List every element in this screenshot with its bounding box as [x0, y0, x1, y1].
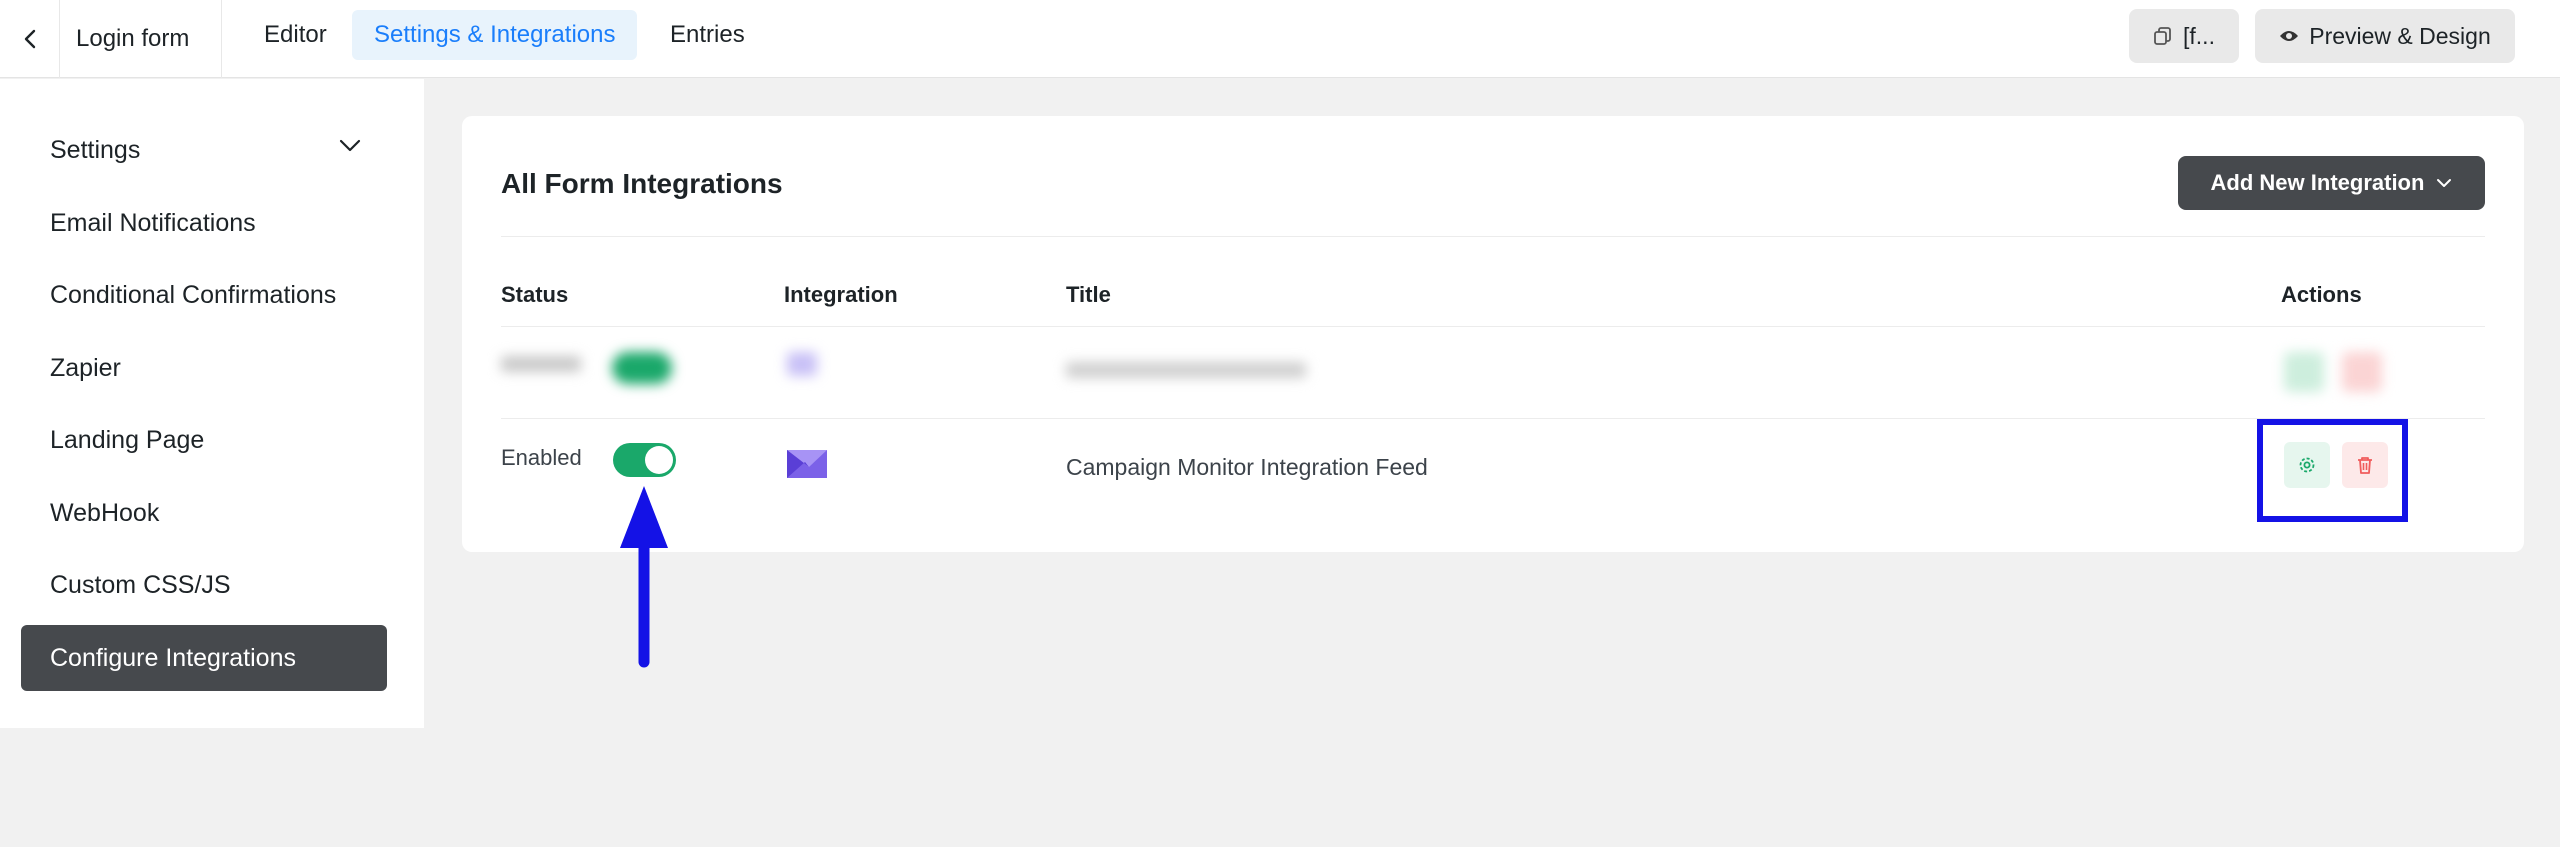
sidebar-item-label: Settings [50, 135, 141, 164]
integrations-card: All Form Integrations Add New Integratio… [462, 116, 2524, 552]
tab-entries[interactable]: Entries [648, 10, 767, 60]
preview-design-button[interactable]: Preview & Design [2255, 9, 2515, 63]
actions-highlight-annotation [2257, 419, 2408, 522]
chevron-down-icon [2437, 179, 2452, 187]
page-title: All Form Integrations [501, 168, 783, 199]
tab-editor[interactable]: Editor [242, 10, 349, 60]
campaign-monitor-icon [787, 450, 827, 483]
annotation-arrow-up-icon [620, 486, 668, 668]
divider [501, 418, 2485, 419]
preview-design-label: Preview & Design [2309, 22, 2491, 49]
integration-title: Campaign Monitor Integration Feed [1066, 454, 1428, 480]
sidebar-item-email-notifications[interactable]: Email Notifications [21, 190, 387, 256]
eye-icon [2280, 31, 2299, 41]
divider [501, 236, 2485, 237]
chevron-left-icon [24, 29, 35, 49]
blurred-table-row [462, 326, 2524, 416]
sidebar-item-webhook[interactable]: WebHook [21, 480, 387, 546]
sidebar-item-label: Configure Integrations [50, 643, 296, 672]
toggle-knob [645, 446, 673, 474]
chevron-down-icon [339, 139, 361, 152]
column-header-integration: Integration [784, 282, 898, 307]
copy-icon [2154, 27, 2171, 45]
shortcode-label: [f... [2183, 22, 2215, 49]
shortcode-copy-button[interactable]: [f... [2129, 9, 2239, 63]
sidebar-item-label: Landing Page [50, 425, 205, 454]
column-header-actions: Actions [2281, 282, 2362, 307]
sidebar-item-label: WebHook [50, 498, 160, 527]
sidebar-item-settings[interactable]: Settings [21, 117, 387, 183]
sidebar-item-label: Zapier [50, 353, 121, 382]
back-button[interactable] [0, 0, 60, 78]
status-toggle[interactable] [613, 443, 676, 477]
add-new-integration-label: Add New Integration [2210, 170, 2425, 195]
settings-sidebar: Settings Email Notifications Conditional… [0, 79, 424, 728]
sidebar-item-landing-page[interactable]: Landing Page [21, 407, 387, 473]
add-new-integration-button[interactable]: Add New Integration [2178, 156, 2485, 210]
sidebar-item-conditional-confirmations[interactable]: Conditional Confirmations [21, 262, 387, 328]
sidebar-item-label: Email Notifications [50, 208, 256, 237]
form-name: Login form [60, 0, 223, 78]
tab-settings-integrations[interactable]: Settings & Integrations [352, 10, 638, 60]
status-label: Enabled [501, 445, 582, 470]
sidebar-item-custom-css-js[interactable]: Custom CSS/JS [21, 552, 387, 618]
sidebar-item-configure-integrations[interactable]: Configure Integrations [21, 625, 387, 691]
sidebar-item-label: Custom CSS/JS [50, 570, 231, 599]
sidebar-item-zapier[interactable]: Zapier [21, 335, 387, 401]
column-header-title: Title [1066, 282, 1111, 307]
top-bar: Login form Editor Settings & Integration… [0, 0, 2560, 78]
column-header-status: Status [501, 282, 569, 307]
sidebar-item-label: Conditional Confirmations [50, 280, 337, 309]
